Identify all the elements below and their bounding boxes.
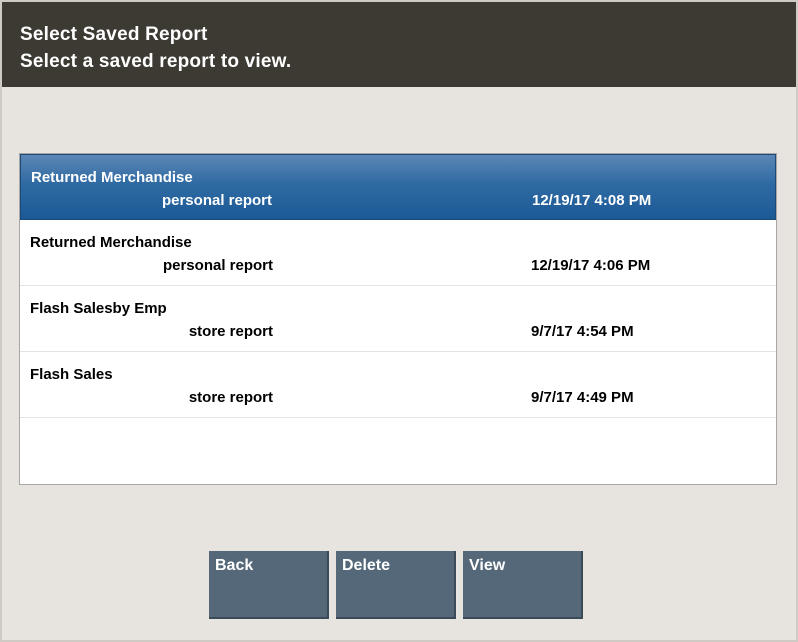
report-date: 9/7/17 4:49 PM — [531, 389, 634, 406]
report-name: Flash Sales — [30, 366, 113, 383]
view-button-label: View — [469, 557, 506, 574]
report-name: Returned Merchandise — [30, 234, 192, 251]
report-row[interactable]: Flash Salesby Emp store report 9/7/17 4:… — [20, 286, 776, 352]
report-row[interactable]: Returned Merchandise personal report 12/… — [20, 154, 776, 220]
report-name: Returned Merchandise — [31, 169, 193, 186]
report-row[interactable]: Returned Merchandise personal report 12/… — [20, 220, 776, 286]
report-type: personal report — [161, 192, 272, 209]
header-bar: Select Saved Report Select a saved repor… — [2, 2, 796, 87]
delete-button-label: Delete — [342, 557, 391, 574]
page-subtitle: Select a saved report to view. — [20, 51, 292, 72]
report-date: 12/19/17 4:06 PM — [531, 257, 651, 274]
delete-button[interactable]: Delete — [336, 551, 456, 619]
saved-report-list[interactable]: Returned Merchandise personal report 12/… — [19, 153, 777, 485]
page-title: Select Saved Report — [20, 24, 208, 45]
report-type: store report — [188, 389, 273, 406]
report-name: Flash Salesby Emp — [30, 300, 167, 317]
back-button-label: Back — [215, 557, 254, 574]
report-row[interactable]: Flash Sales store report 9/7/17 4:49 PM — [20, 352, 776, 418]
back-button[interactable]: Back — [209, 551, 329, 619]
view-button[interactable]: View — [463, 551, 583, 619]
report-date: 9/7/17 4:54 PM — [531, 323, 634, 340]
report-date: 12/19/17 4:08 PM — [532, 192, 652, 209]
report-type: store report — [188, 323, 273, 340]
report-type: personal report — [162, 257, 273, 274]
